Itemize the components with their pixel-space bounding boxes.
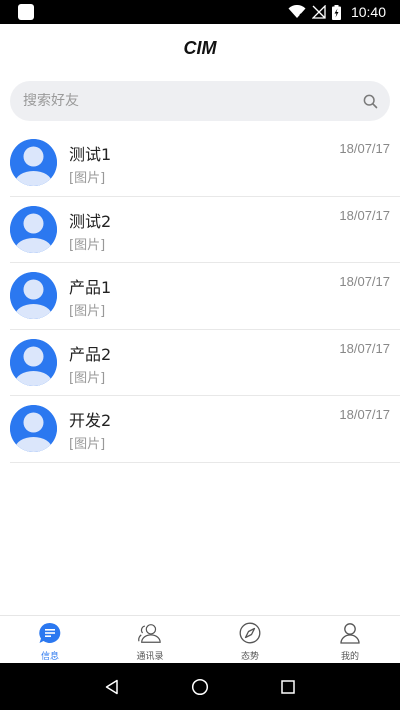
tab-contacts[interactable]: 通讯录 [100,616,200,663]
app-indicator-icon [18,4,34,20]
conversation-time: 18/07/17 [339,274,390,289]
conversation-time: 18/07/17 [339,407,390,422]
tab-profile[interactable]: 我的 [300,616,400,663]
recents-icon[interactable] [273,672,303,702]
conversation-preview: [图片] [69,237,106,253]
conversation-preview: [图片] [69,370,106,386]
conversation-name: 测试1 [69,145,112,164]
wifi-icon [288,5,306,19]
person-avatar-icon [10,272,57,319]
contacts-icon [138,621,162,645]
tab-label: 我的 [340,652,359,662]
status-bar: 10:40 [0,0,400,24]
conversation-item[interactable]: 测试2 [图片] 18/07/17 [10,197,400,263]
compass-icon [238,621,262,645]
conversation-name: 产品1 [69,278,112,297]
bottom-tab-bar: 信息 通讯录 态势 我的 [0,615,400,663]
page-title: CIM [183,37,217,58]
conversation-name: 产品2 [69,344,112,364]
tab-label: 信息 [40,652,59,662]
person-avatar-icon [10,405,57,452]
status-time: 10:40 [350,4,386,20]
search-bar[interactable] [10,81,390,121]
tab-label: 通讯录 [136,652,164,662]
avatar [10,338,57,386]
avatar [10,139,57,186]
no-signal-icon [311,5,326,19]
battery-charging-icon [331,4,341,20]
tab-label: 态势 [240,652,259,662]
conversation-name: 测试2 [69,211,112,231]
chat-bubble-icon [38,621,62,645]
app-header: CIM [0,24,400,72]
person-avatar-icon [10,205,57,253]
app-screen: 10:40 CIM 测试1 [图片] 18/07/1 [0,0,400,710]
conversation-item[interactable]: 产品1 [图片] 18/07/17 [10,263,400,330]
home-icon[interactable] [185,672,215,702]
conversation-name: 开发2 [69,411,112,430]
conversation-item[interactable]: 开发2 [图片] 18/07/17 [10,396,400,463]
conversation-time: 18/07/17 [339,207,390,223]
tab-messages[interactable]: 信息 [0,616,100,663]
search-icon[interactable] [362,93,378,109]
avatar [10,405,57,452]
person-avatar-icon [10,139,57,186]
avatar [10,272,57,319]
conversation-item[interactable]: 产品2 [图片] 18/07/17 [10,330,400,396]
conversation-preview: [图片] [69,171,106,186]
conversation-time: 18/07/17 [339,340,390,356]
system-nav-bar [0,663,400,710]
avatar [10,205,57,253]
person-icon [338,621,362,645]
back-icon[interactable] [97,672,127,702]
tab-situation[interactable]: 态势 [200,616,300,663]
conversation-preview: [图片] [69,437,106,452]
conversation-time: 18/07/17 [339,141,390,156]
search-input[interactable] [23,93,362,109]
conversation-preview: [图片] [69,304,106,319]
person-avatar-icon [10,338,57,386]
conversation-list: 测试1 [图片] 18/07/17 测试2 [图片] 18/07/17 产品1 … [0,130,400,463]
conversation-item[interactable]: 测试1 [图片] 18/07/17 [10,130,400,197]
